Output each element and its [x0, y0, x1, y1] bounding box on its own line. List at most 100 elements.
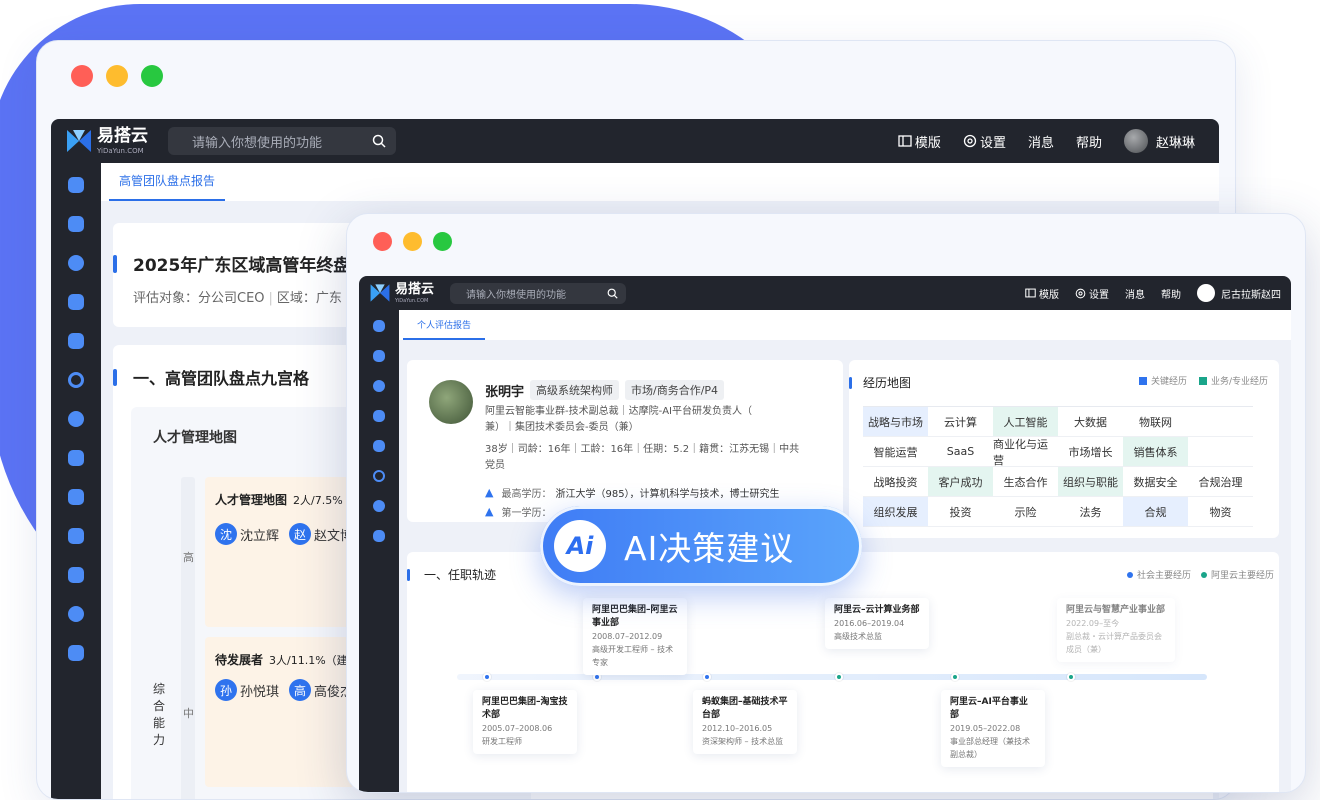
close-dot[interactable] [71, 65, 93, 87]
timeline-event-card[interactable]: 阿里云与智慧产业事业部 2022.09–至今 副总裁・云计算产品委员会成员（兼） [1057, 598, 1175, 662]
event-role: 研发工程师 [482, 737, 522, 746]
experience-cell[interactable]: 战略与市场 [863, 407, 928, 437]
search-input[interactable]: 请输入你想使用的功能 [450, 282, 627, 304]
briefcase-icon[interactable] [373, 350, 385, 362]
help-button[interactable]: 帮助 [1076, 132, 1102, 151]
clipboard-check-icon[interactable] [68, 528, 84, 544]
help-button[interactable]: 帮助 [1161, 286, 1181, 301]
timeline-node[interactable] [483, 673, 491, 681]
user-name: 赵琳琳 [1155, 135, 1195, 151]
experience-cell[interactable]: 市场增长 [1058, 437, 1123, 467]
experience-cell[interactable]: 组织与职能 [1058, 467, 1123, 497]
timeline-event-card[interactable]: 阿里云–云计算业务部 2016.06–2019.04 高级技术总监 [825, 598, 929, 649]
timeline-event-card[interactable]: 阿里巴巴集团–淘宝技术部 2005.07–2008.06 研发工程师 [473, 690, 577, 754]
experience-cell[interactable]: 客户成功 [928, 467, 993, 497]
tab-personal-report[interactable]: 个人评估报告 [403, 318, 486, 340]
timeline-event-card[interactable]: 阿里巴巴集团–阿里云事业部 2008.07–2012.09 高级开发工程师 – 技术… [583, 598, 687, 675]
users-icon[interactable] [373, 530, 385, 542]
axis-label: 综合能力 [153, 682, 166, 747]
timeline-node[interactable] [835, 673, 843, 681]
experience-cell[interactable]: 云计算 [928, 407, 993, 437]
experience-cell[interactable]: 法务 [1058, 497, 1123, 527]
timeline-node[interactable] [951, 673, 959, 681]
career-title: 一、任职轨迹 [407, 566, 496, 583]
person-chip[interactable]: 孙孙悦琪 [215, 679, 279, 701]
search-doc-icon[interactable] [68, 606, 84, 622]
logo-subtext: YiDaYun.COM [395, 297, 429, 304]
user-clock-icon[interactable] [373, 440, 385, 452]
search-icon[interactable] [607, 288, 618, 299]
maximize-dot[interactable] [433, 232, 452, 251]
top-bar: 易搭云 YiDaYun.COM 请输入你想使用的功能 模版 设置 消息 帮助 [51, 119, 1219, 163]
close-dot[interactable] [373, 232, 392, 251]
messages-button[interactable]: 消息 [1125, 286, 1145, 301]
timeline-event-card[interactable]: 阿里云–AI平台事业部 2019.05–2022.08 事业部总经理（兼技术副总裁） [941, 690, 1045, 767]
timeline-event-card[interactable]: 蚂蚁集团–基础技术平台部 2012.10–2016.05 资深架构师 – 技术总监 [693, 690, 797, 754]
messages-button[interactable]: 消息 [1028, 132, 1054, 151]
template-label: 模版 [1039, 289, 1059, 301]
cycle-icon[interactable] [373, 470, 385, 482]
profile-card: 张明宇 高级系统架构师 市场/商务合作/P4 阿里云智能事业群-技术副总裁｜达摩… [407, 360, 843, 522]
experience-cell[interactable]: 大数据 [1058, 407, 1123, 437]
experience-cell[interactable]: 商业化与运营 [993, 437, 1058, 467]
wallet-icon[interactable] [373, 410, 385, 422]
experience-cell[interactable]: 合规治理 [1188, 467, 1253, 497]
book-icon[interactable] [68, 567, 84, 583]
cycle-icon[interactable] [68, 372, 84, 388]
ai-decision-button[interactable]: Ai AI决策建议 [540, 506, 862, 586]
user-menu[interactable]: 尼古拉斯赵四 [1197, 284, 1281, 302]
person-chip[interactable]: 高高俊杰 [289, 679, 353, 701]
settings-label: 设置 [1089, 289, 1109, 301]
education-row: ▲ 最高学历： 浙江大学（985），计算机科学与技术，博士研究生 [485, 486, 780, 500]
template-button[interactable]: 模版 [898, 132, 941, 151]
user-clock-icon[interactable] [68, 333, 84, 349]
event-role: 高级开发工程师 – 技术专家 [592, 645, 674, 667]
experience-cell[interactable]: 战略投资 [863, 467, 928, 497]
event-title: 阿里云–AI平台事业部 [950, 697, 1028, 720]
report-icon[interactable] [68, 177, 84, 193]
report-title: 2025年广东区域高管年终盘点 [113, 251, 367, 276]
minimize-dot[interactable] [106, 65, 128, 87]
briefcase-icon[interactable] [68, 216, 84, 232]
experience-cell[interactable]: 示险 [993, 497, 1058, 527]
maximize-dot[interactable] [141, 65, 163, 87]
experience-cell[interactable]: 销售体系 [1123, 437, 1188, 467]
experience-cell[interactable]: 组织发展 [863, 497, 928, 527]
experience-cell[interactable]: 生态合作 [993, 467, 1058, 497]
minimize-dot[interactable] [403, 232, 422, 251]
user-chart-icon[interactable] [68, 450, 84, 466]
experience-cell[interactable]: 物联网 [1123, 407, 1188, 437]
avatar [1197, 284, 1215, 302]
experience-cell[interactable]: SaaS [928, 437, 993, 467]
search-input[interactable]: 请输入你想使用的功能 [168, 127, 396, 155]
settings-button[interactable]: 设置 [963, 132, 1006, 151]
document-icon[interactable] [68, 489, 84, 505]
user-search-icon[interactable] [373, 500, 385, 512]
team-icon[interactable] [68, 255, 84, 271]
person-chip[interactable]: 沈沈立辉 [215, 523, 279, 545]
top-nav: 模版 设置 消息 帮助 赵琳琳 [898, 129, 1219, 153]
wallet-icon[interactable] [68, 294, 84, 310]
user-menu[interactable]: 赵琳琳 [1123, 129, 1195, 153]
template-button[interactable]: 模版 [1025, 286, 1059, 301]
timeline-node[interactable] [703, 673, 711, 681]
timeline-node[interactable] [1067, 673, 1075, 681]
avatar [429, 380, 473, 424]
user-search-icon[interactable] [68, 411, 84, 427]
settings-button[interactable]: 设置 [1075, 286, 1109, 301]
experience-cell[interactable]: 合规 [1123, 497, 1188, 527]
tab-team-report[interactable]: 高管团队盘点报告 [109, 172, 226, 201]
report-icon[interactable] [373, 320, 385, 332]
experience-cell[interactable]: 物资 [1188, 497, 1253, 527]
team-icon[interactable] [373, 380, 385, 392]
timeline-track [457, 674, 1207, 680]
experience-cell[interactable]: 智能运营 [863, 437, 928, 467]
experience-cell[interactable]: 人工智能 [993, 407, 1058, 437]
logo[interactable]: 易搭云 YiDaYun.COM [65, 127, 148, 155]
experience-cell[interactable]: 投资 [928, 497, 993, 527]
person-chip[interactable]: 赵赵文博 [289, 523, 353, 545]
user-card-icon[interactable] [68, 645, 84, 661]
experience-cell[interactable]: 数据安全 [1123, 467, 1188, 497]
logo[interactable]: 易搭云 YiDaYun.COM [369, 282, 434, 304]
search-icon[interactable] [372, 134, 386, 148]
